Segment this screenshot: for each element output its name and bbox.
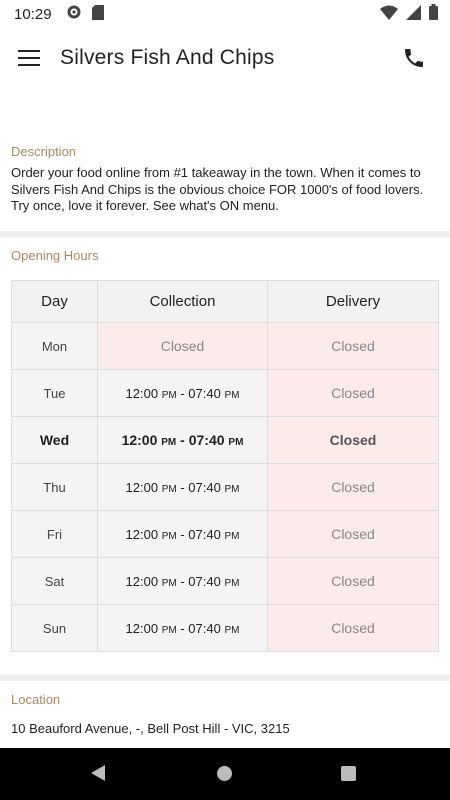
- description-label: Description: [11, 144, 77, 159]
- delivery-cell: Closed: [267, 604, 439, 652]
- collection-cell: Closed: [97, 322, 268, 370]
- table-row: Mon Closed Closed: [11, 322, 439, 370]
- section-divider: [0, 675, 450, 681]
- header-collection: Collection: [97, 280, 268, 323]
- section-divider: [0, 231, 450, 237]
- phone-call-icon[interactable]: [402, 46, 426, 70]
- recent-apps-icon[interactable]: [341, 766, 356, 781]
- day-cell: Tue: [11, 369, 98, 417]
- opening-hours-section: Opening Hours Day Collection Delivery Mo…: [11, 248, 439, 652]
- location-address: 10 Beauford Avenue, -, Bell Post Hill - …: [11, 721, 290, 736]
- day-cell: Thu: [11, 463, 98, 511]
- location-section: Location 10 Beauford Avenue, -, Bell Pos…: [11, 692, 441, 736]
- collection-cell: 12:00 PM - 07:40 PM: [97, 463, 268, 511]
- collection-cell: 12:00 PM - 07:40 PM: [97, 604, 268, 652]
- page-title: Silvers Fish And Chips: [60, 46, 275, 69]
- home-icon[interactable]: [217, 766, 232, 781]
- table-row: Sat 12:00 PM - 07:40 PM Closed: [11, 557, 439, 605]
- table-row: Tue 12:00 PM - 07:40 PM Closed: [11, 369, 439, 417]
- table-row-today: Wed 12:00 PM - 07:40 PM Closed: [11, 416, 439, 464]
- status-bar: 10:29: [0, 0, 450, 28]
- day-cell: Sun: [11, 604, 98, 652]
- day-cell: Fri: [11, 510, 98, 558]
- battery-icon: [429, 4, 438, 24]
- delivery-cell: Closed: [267, 510, 439, 558]
- status-time: 10:29: [14, 5, 52, 23]
- delivery-cell: Closed: [267, 322, 439, 370]
- table-header-row: Day Collection Delivery: [11, 280, 439, 323]
- opening-hours-label: Opening Hours: [11, 248, 99, 263]
- description-text: Order your food online from #1 takeaway …: [11, 165, 424, 213]
- app-bar: Silvers Fish And Chips: [0, 28, 450, 92]
- table-row: Sun 12:00 PM - 07:40 PM Closed: [11, 604, 439, 652]
- delivery-cell: Closed: [267, 369, 439, 417]
- day-cell: Wed: [11, 416, 98, 464]
- opening-hours-table: Day Collection Delivery Mon Closed Close…: [11, 280, 439, 652]
- collection-cell: 12:00 PM - 07:40 PM: [97, 416, 268, 464]
- sd-card-icon: [91, 4, 104, 24]
- collection-cell: 12:00 PM - 07:40 PM: [97, 369, 268, 417]
- signal-icon: [406, 4, 421, 24]
- wifi-icon: [380, 5, 398, 24]
- day-cell: Sat: [11, 557, 98, 605]
- delivery-cell: Closed: [267, 463, 439, 511]
- header-day: Day: [11, 280, 98, 323]
- delivery-cell: Closed: [267, 557, 439, 605]
- day-cell: Mon: [11, 322, 98, 370]
- table-row: Thu 12:00 PM - 07:40 PM Closed: [11, 463, 439, 511]
- table-row: Fri 12:00 PM - 07:40 PM Closed: [11, 510, 439, 558]
- system-nav-bar: [0, 748, 450, 800]
- settings-gear-icon: [66, 4, 82, 24]
- description-section: Description Order your food online from …: [11, 144, 441, 215]
- hamburger-menu-icon[interactable]: [18, 50, 40, 68]
- back-icon[interactable]: [91, 765, 105, 781]
- header-delivery: Delivery: [267, 280, 439, 323]
- location-label: Location: [11, 692, 61, 707]
- collection-cell: 12:00 PM - 07:40 PM: [97, 510, 268, 558]
- collection-cell: 12:00 PM - 07:40 PM: [97, 557, 268, 605]
- delivery-cell: Closed: [267, 416, 439, 464]
